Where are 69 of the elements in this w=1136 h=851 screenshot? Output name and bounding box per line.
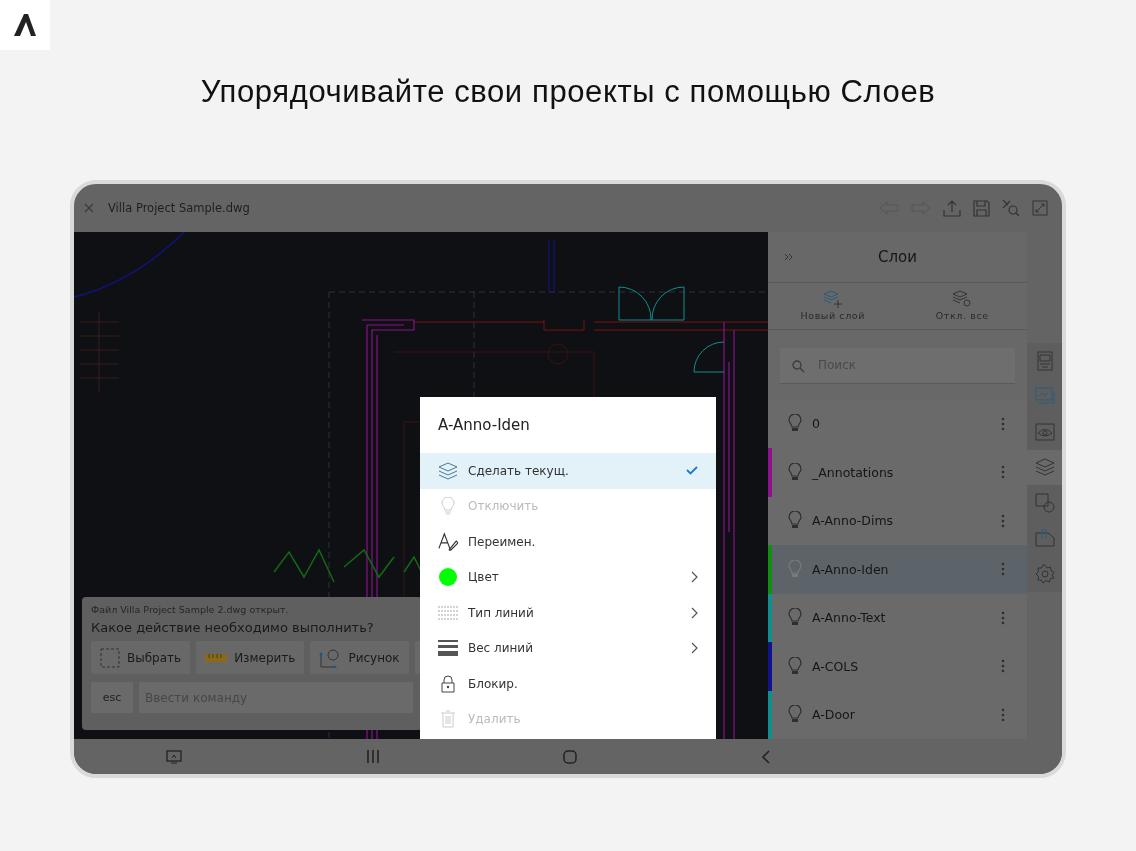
layer-name: A-Anno-Iden (812, 561, 890, 577)
more-options-icon[interactable] (1001, 513, 1005, 528)
lineweight-icon (438, 640, 458, 657)
layer-name: _Annotations (812, 464, 895, 480)
shapes-icon (1034, 492, 1055, 513)
layer-name: 0 (812, 416, 821, 432)
select-tool-button[interactable]: Выбрать (91, 641, 191, 674)
draw-shape-icon (319, 647, 342, 668)
layers-icon (1034, 458, 1055, 477)
save-icon[interactable] (973, 199, 990, 217)
linetype-icon (438, 605, 458, 620)
menu-item[interactable]: Тип линий (420, 595, 716, 631)
close-icon[interactable] (84, 203, 94, 213)
image-icon (1034, 387, 1055, 406)
more-options-icon[interactable] (1001, 416, 1005, 431)
back-icon[interactable] (761, 749, 771, 764)
screen-icon[interactable] (165, 749, 182, 764)
share-icon[interactable] (943, 199, 961, 217)
layer-row[interactable]: A-Anno-Iden (768, 545, 1027, 594)
menu-title: A-Anno-Iden (437, 415, 531, 436)
zoom-extents-icon[interactable] (1002, 199, 1020, 217)
home-icon[interactable] (563, 749, 578, 764)
lock-icon (441, 674, 455, 693)
panel-title: Слои (878, 248, 917, 267)
menu-item[interactable]: Вес линий (420, 630, 716, 666)
lightbulb-icon[interactable] (788, 414, 802, 434)
layers-off-icon (952, 290, 973, 309)
eye-icon (1034, 422, 1055, 441)
menu-item[interactable]: Сделать текущ. (420, 453, 716, 489)
attachment-icon (1034, 529, 1055, 548)
menu-item[interactable]: Переимен. (420, 524, 716, 560)
layers-icon (438, 461, 458, 480)
rename-icon (438, 531, 458, 552)
menu-item[interactable]: Цвет (420, 559, 716, 595)
esc-button[interactable]: esc (91, 682, 133, 713)
new-layer-button[interactable]: Новый слой (768, 283, 898, 329)
draw-tool-button[interactable]: Рисунок (310, 641, 409, 674)
layer-name: A-Anno-Text (812, 610, 887, 626)
trash-icon (441, 710, 455, 729)
collapse-panel-icon[interactable] (784, 253, 794, 262)
menu-item[interactable]: Блокир. (420, 666, 716, 702)
ruler-icon (205, 653, 228, 662)
fullscreen-icon[interactable] (1032, 200, 1048, 216)
lightbulb-icon[interactable] (788, 705, 802, 725)
layer-name: A-Anno-Dims (812, 513, 895, 529)
more-options-icon[interactable] (1001, 707, 1005, 722)
recents-icon[interactable] (365, 750, 380, 763)
lightbulb-icon[interactable] (788, 608, 802, 628)
measure-tool-button[interactable]: Измерить (196, 641, 305, 674)
layer-name: A-Door (812, 707, 856, 723)
lightbulb-icon[interactable] (788, 462, 802, 482)
lightbulb-icon[interactable] (788, 656, 802, 676)
settings-icon (1034, 563, 1055, 584)
more-options-icon[interactable] (1001, 610, 1005, 625)
selection-icon (100, 647, 120, 668)
layer-name: A-COLS (812, 658, 860, 674)
lightbulb-icon[interactable] (788, 559, 802, 579)
add-layer-icon (822, 290, 843, 309)
lightbulb-icon[interactable] (788, 511, 802, 531)
sheet-icon (1036, 350, 1053, 371)
checkmark-icon (686, 466, 698, 476)
more-options-icon[interactable] (1001, 465, 1005, 480)
headline: Упорядочивайте свои проекты с помощью Слоев (199, 74, 937, 110)
logo-icon (12, 12, 38, 38)
more-options-icon[interactable] (1001, 659, 1005, 674)
more-options-icon[interactable] (1001, 562, 1005, 577)
file-title: Villa Project Sample.dwg (108, 201, 251, 215)
lightbulb-icon (441, 496, 455, 516)
command-prompt: Какое действие необходимо выполнить? (91, 620, 375, 635)
